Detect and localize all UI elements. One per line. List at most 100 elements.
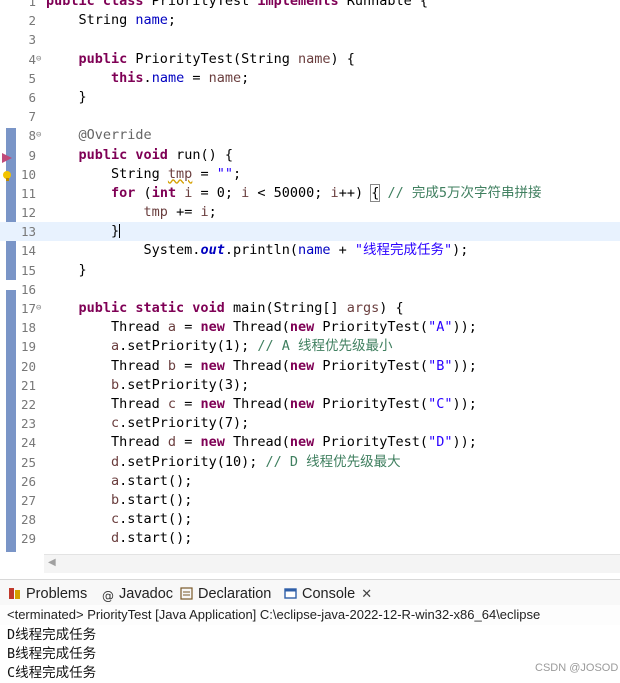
code-line[interactable]: 20 Thread b = new Thread(new PriorityTes… <box>0 357 620 376</box>
code-text[interactable]: this.name = name; <box>46 69 249 88</box>
code-line[interactable]: 17 ⊖ public static void main(String[] arg… <box>0 299 620 318</box>
code-token: new <box>200 319 233 336</box>
code-token: "A" <box>428 319 453 336</box>
code-line[interactable]: 29 d.start(); <box>0 529 620 548</box>
code-line[interactable]: 28 c.start(); <box>0 510 620 529</box>
code-line[interactable]: 2 String name; <box>0 11 620 30</box>
close-icon[interactable]: ✕ <box>361 586 372 601</box>
tab-declaration[interactable]: Declaration <box>180 584 271 604</box>
code-line[interactable]: 3 <box>0 30 620 49</box>
code-token: .setPriority(1); <box>119 338 258 355</box>
code-text[interactable]: c.start(); <box>46 510 192 529</box>
tab-problems[interactable]: Problems <box>8 584 87 604</box>
code-text[interactable]: System.out.println(name + "线程完成任务"); <box>46 241 469 260</box>
code-text[interactable]: a.setPriority(1); // A 线程优先级最小 <box>46 337 392 356</box>
code-token: c <box>167 395 177 412</box>
code-line[interactable]: 18 Thread a = new Thread(new PriorityTes… <box>0 318 620 337</box>
fold-toggle-icon[interactable]: ⊖ <box>36 50 41 69</box>
warning-lightbulb-icon[interactable] <box>2 169 12 181</box>
fold-toggle-icon[interactable]: ⊖ <box>36 126 41 145</box>
code-text[interactable]: Thread d = new Thread(new PriorityTest("… <box>46 433 477 452</box>
code-token: "" <box>216 165 233 182</box>
code-text[interactable]: @Override <box>46 126 152 145</box>
view-tab-bar: Problems @ Javadoc Declaration Console ✕ <box>0 579 620 606</box>
code-line[interactable]: 6 } <box>0 88 620 107</box>
code-text[interactable]: } <box>46 88 87 107</box>
code-token: name <box>135 12 168 29</box>
code-line[interactable]: 5 this.name = name; <box>0 69 620 88</box>
code-token: new <box>200 395 233 412</box>
code-line[interactable]: 1 public class PriorityTest implements Ru… <box>0 0 620 11</box>
console-status: <terminated> PriorityTest [Java Applicat… <box>0 605 620 625</box>
code-text[interactable]: Thread c = new Thread(new PriorityTest("… <box>46 395 477 414</box>
code-token: )); <box>452 319 477 336</box>
scroll-left-icon[interactable]: ◀ <box>48 557 56 568</box>
code-token: .setPriority(7); <box>119 415 250 432</box>
code-line[interactable]: 15 } <box>0 261 620 280</box>
code-line[interactable]: 25 d.setPriority(10); // D 线程优先级最大 <box>0 453 620 472</box>
code-token: Thread( <box>232 319 290 336</box>
code-token: b <box>111 491 120 508</box>
code-line[interactable]: 9 public void run() { <box>0 146 620 165</box>
code-text[interactable]: String name; <box>46 11 177 30</box>
horizontal-scrollbar[interactable]: ◀ <box>44 554 620 573</box>
code-text[interactable]: public void run() { <box>46 146 233 165</box>
code-line[interactable]: 19 a.setPriority(1); // A 线程优先级最小 <box>0 337 620 356</box>
code-text[interactable]: } <box>46 261 87 280</box>
code-text[interactable]: public static void main(String[] args) { <box>46 299 404 318</box>
code-text[interactable]: b.start(); <box>46 491 192 510</box>
code-line[interactable]: 24 Thread d = new Thread(new PriorityTes… <box>0 433 620 452</box>
code-text[interactable]: c.setPriority(7); <box>46 414 249 433</box>
code-token: public void <box>78 146 177 163</box>
code-token: ++) <box>338 184 372 201</box>
code-text[interactable]: Thread a = new Thread(new PriorityTest("… <box>46 318 477 337</box>
code-token: "B" <box>428 357 453 374</box>
code-text[interactable]: a.start(); <box>46 472 192 491</box>
code-line[interactable]: 22 Thread c = new Thread(new PriorityTes… <box>0 395 620 414</box>
line-number: 2 <box>28 13 36 29</box>
line-number: 23 <box>20 416 36 432</box>
code-text[interactable]: public PriorityTest(String name) { <box>46 50 355 69</box>
code-token: d <box>111 453 120 470</box>
code-text[interactable]: public class PriorityTest implements Run… <box>46 0 428 11</box>
code-text[interactable]: tmp += i; <box>46 203 217 222</box>
code-token: a <box>111 338 120 355</box>
code-line[interactable]: 26 a.start(); <box>0 472 620 491</box>
code-line[interactable]: 13 } <box>0 222 620 242</box>
code-line[interactable]: 14 System.out.println(name + "线程完成任务"); <box>0 241 620 260</box>
code-lines[interactable]: 1 public class PriorityTest implements Ru… <box>0 0 620 548</box>
code-line[interactable]: 10 String tmp = ""; <box>0 165 620 184</box>
code-token: // D 线程优先级最大 <box>265 453 401 470</box>
code-text[interactable]: d.start(); <box>46 529 192 548</box>
code-text[interactable]: Thread b = new Thread(new PriorityTest("… <box>46 357 477 376</box>
fold-toggle-icon[interactable]: ⊖ <box>36 299 41 318</box>
code-token: )); <box>452 434 477 451</box>
code-line[interactable]: 27 b.start(); <box>0 491 620 510</box>
code-line[interactable]: 8 ⊖ @Override <box>0 126 620 145</box>
code-line[interactable]: 23 c.setPriority(7); <box>0 414 620 433</box>
code-token: = <box>184 69 209 86</box>
code-text[interactable]: d.setPriority(10); // D 线程优先级最大 <box>46 453 401 472</box>
tab-javadoc[interactable]: @ Javadoc <box>102 584 173 604</box>
code-line[interactable]: 7 <box>0 107 620 126</box>
code-token: ); <box>452 242 469 259</box>
code-text[interactable]: b.setPriority(3); <box>46 376 249 395</box>
tab-console[interactable]: Console ✕ <box>284 584 372 604</box>
code-text[interactable]: for (int i = 0; i < 50000; i++) { // 完成5… <box>46 183 541 203</box>
code-line[interactable]: 12 tmp += i; <box>0 203 620 222</box>
console-icon <box>284 588 297 599</box>
code-text[interactable]: String tmp = ""; <box>46 165 241 184</box>
code-editor[interactable]: 1 public class PriorityTest implements Ru… <box>0 0 620 552</box>
line-number: 5 <box>28 70 36 86</box>
code-line[interactable]: 21 b.setPriority(3); <box>0 376 620 395</box>
code-line[interactable]: 4 ⊖ public PriorityTest(String name) { <box>0 50 620 69</box>
code-line[interactable]: 11 for (int i = 0; i < 50000; i++) { // … <box>0 183 620 203</box>
code-line[interactable]: 16 <box>0 280 620 299</box>
tab-declaration-label: Declaration <box>198 586 272 602</box>
code-text[interactable]: } <box>46 222 121 241</box>
